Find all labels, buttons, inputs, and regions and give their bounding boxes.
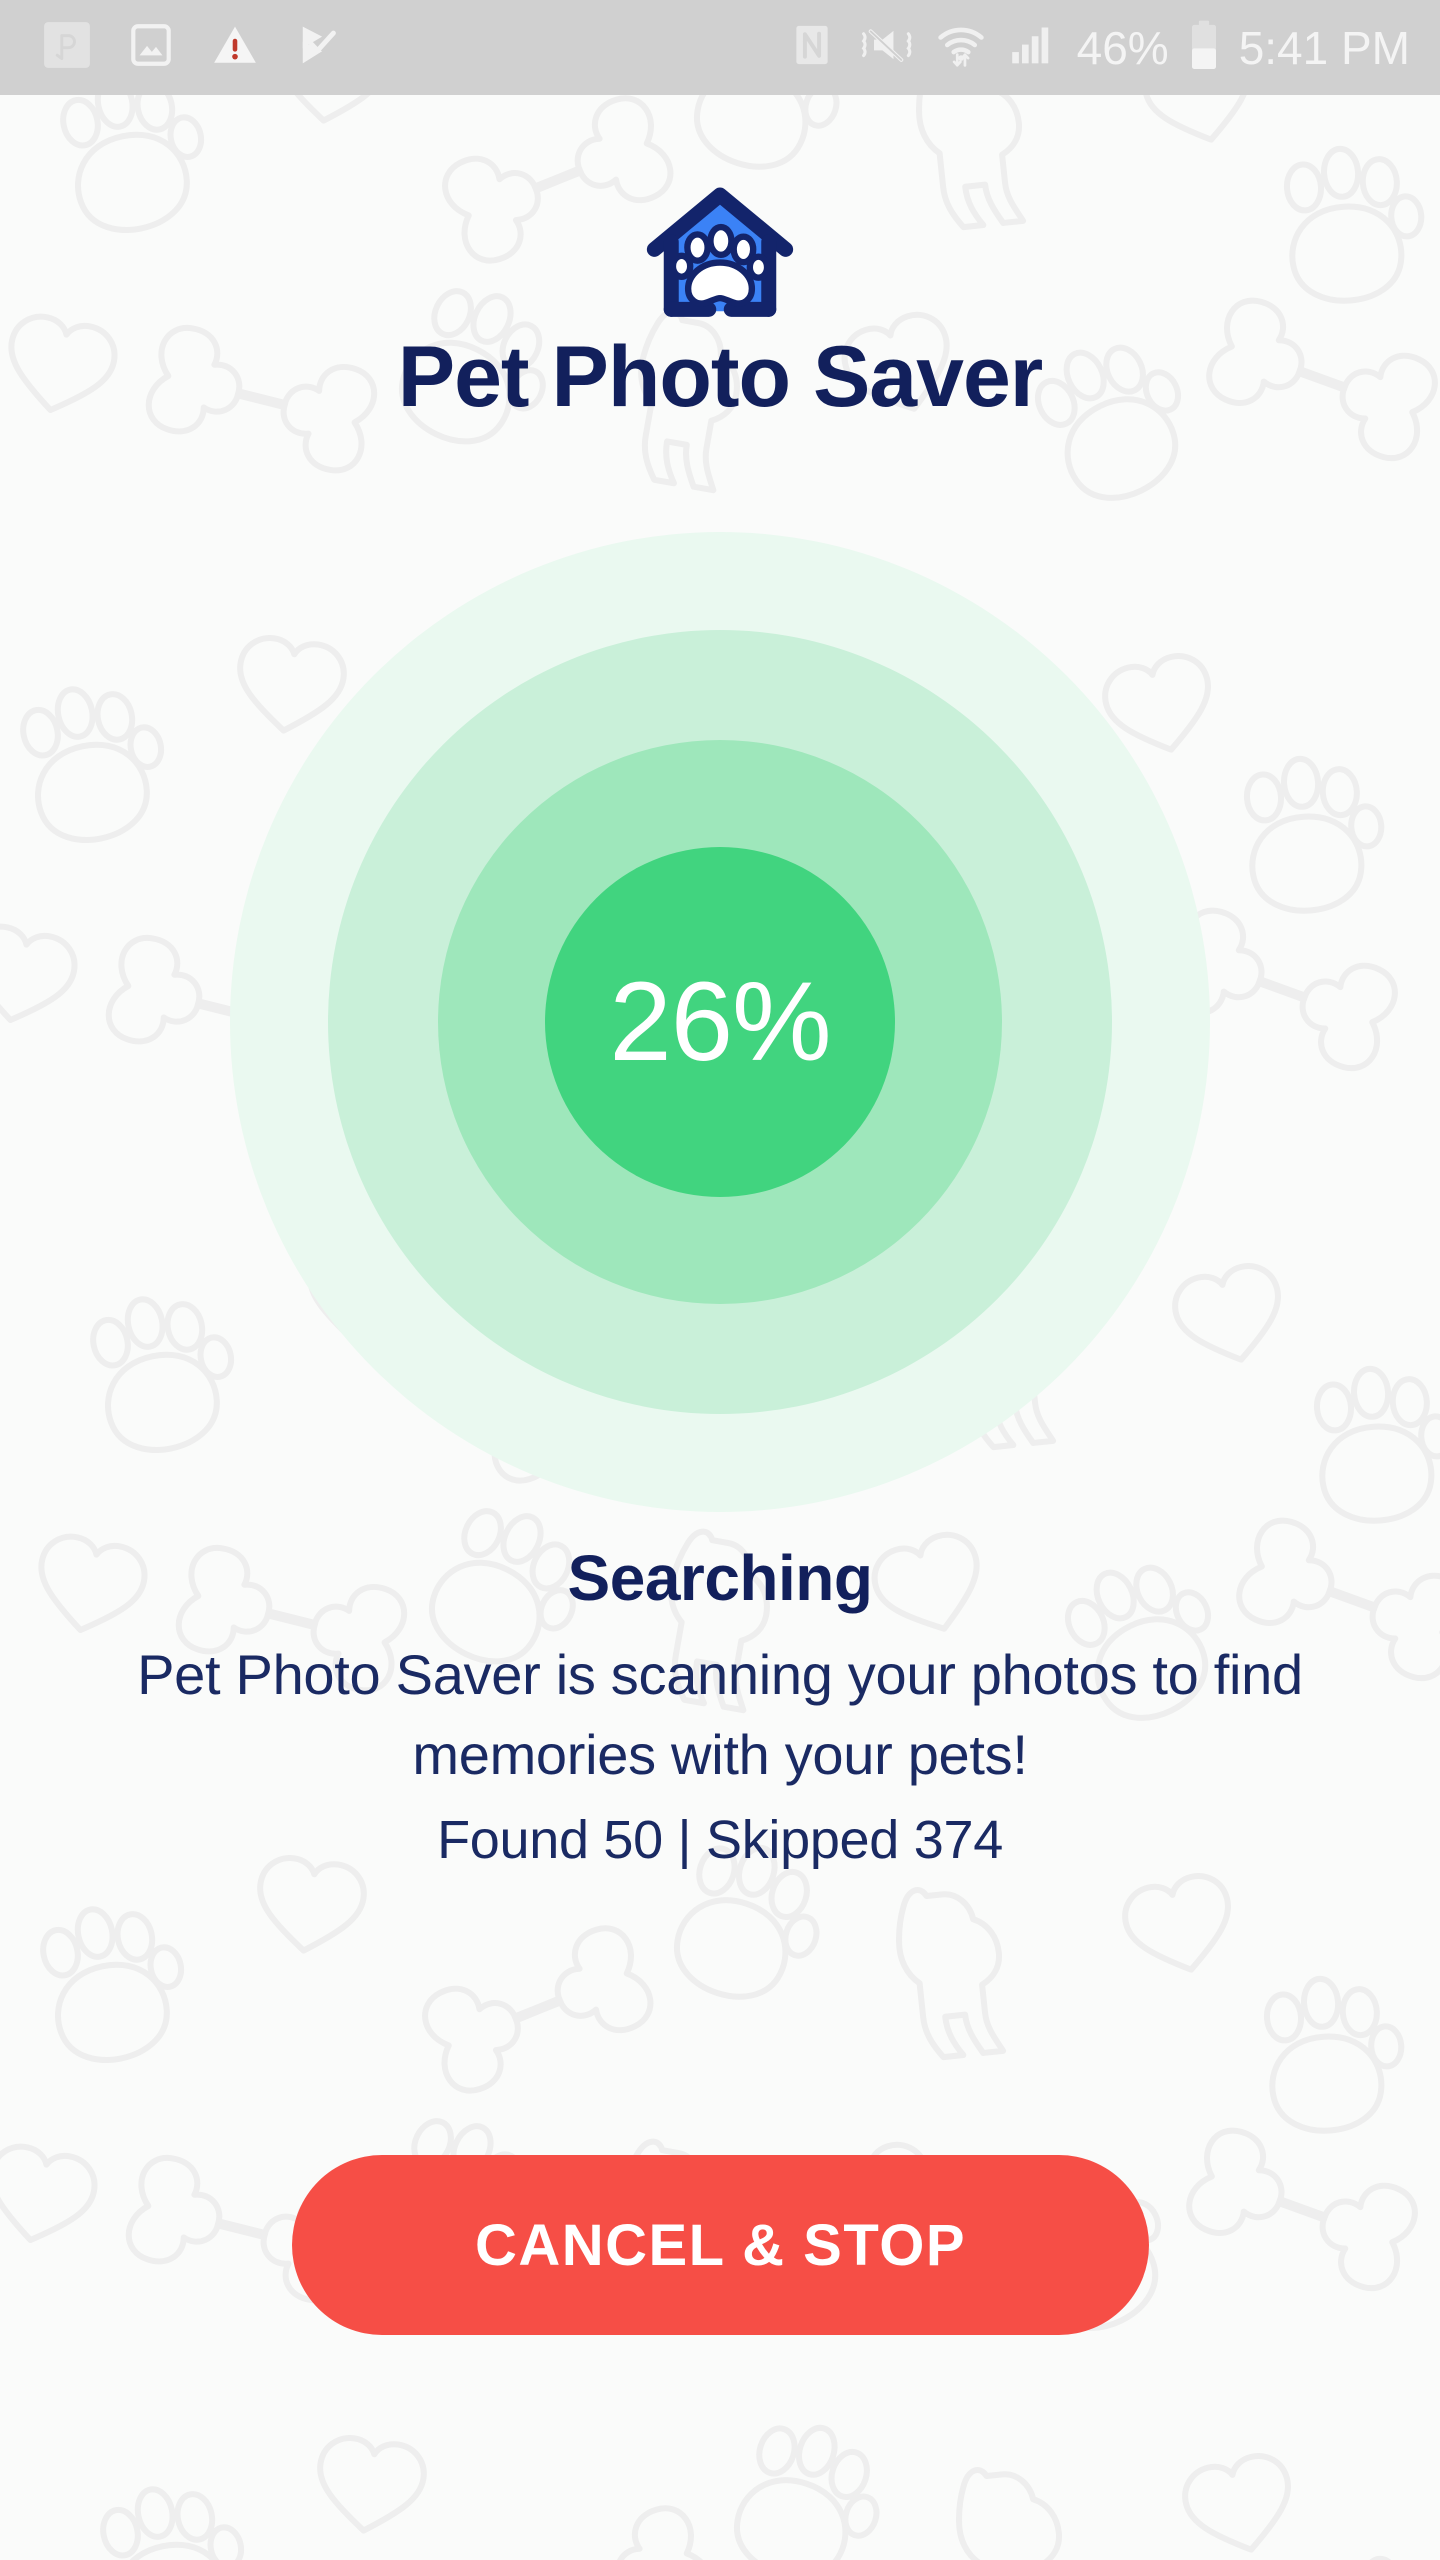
progress-percent-label: 26% (609, 959, 831, 1084)
cellular-signal-icon (1007, 20, 1057, 75)
scan-status-heading: Searching (567, 1542, 873, 1614)
system-status-bar: 46% 5:41 PM (0, 0, 1440, 95)
wifi-icon (935, 20, 987, 75)
battery-icon (1189, 19, 1219, 76)
message-bubble-icon (42, 20, 92, 75)
scan-progress-indicator: 26% (230, 532, 1210, 1512)
scan-counts-label: Found 50 | Skipped 374 (437, 1810, 1003, 1871)
cancel-and-stop-button[interactable]: CANCEL & STOP (292, 2155, 1149, 2335)
nfc-icon (787, 20, 837, 75)
battery-percent-label: 46% (1076, 21, 1169, 74)
scan-status-description: Pet Photo Saver is scanning your photos … (137, 1643, 1303, 1786)
gallery-image-icon (126, 20, 176, 75)
scan-status-block: Searching Pet Photo Saver is scanning yo… (0, 1543, 1440, 1873)
warning-triangle-icon (210, 20, 260, 75)
progress-ring-core: 26% (545, 847, 895, 1197)
doghouse-paw-icon (646, 187, 794, 317)
app-branding: Pet Photo Saver (0, 180, 1440, 420)
clock-label: 5:41 PM (1238, 21, 1410, 74)
status-bar-system-icons: 46% 5:41 PM (787, 19, 1440, 76)
app-title: Pet Photo Saver (397, 329, 1044, 425)
app-screen: 46% 5:41 PM Pet Photo Saver 26% Searchin… (0, 0, 1440, 2560)
checkmark-flag-icon (294, 20, 344, 75)
main-content: Pet Photo Saver 26% Searching Pet Photo … (0, 95, 1440, 2560)
mute-vibrate-icon (857, 20, 915, 75)
status-bar-notification-icons (0, 20, 787, 75)
